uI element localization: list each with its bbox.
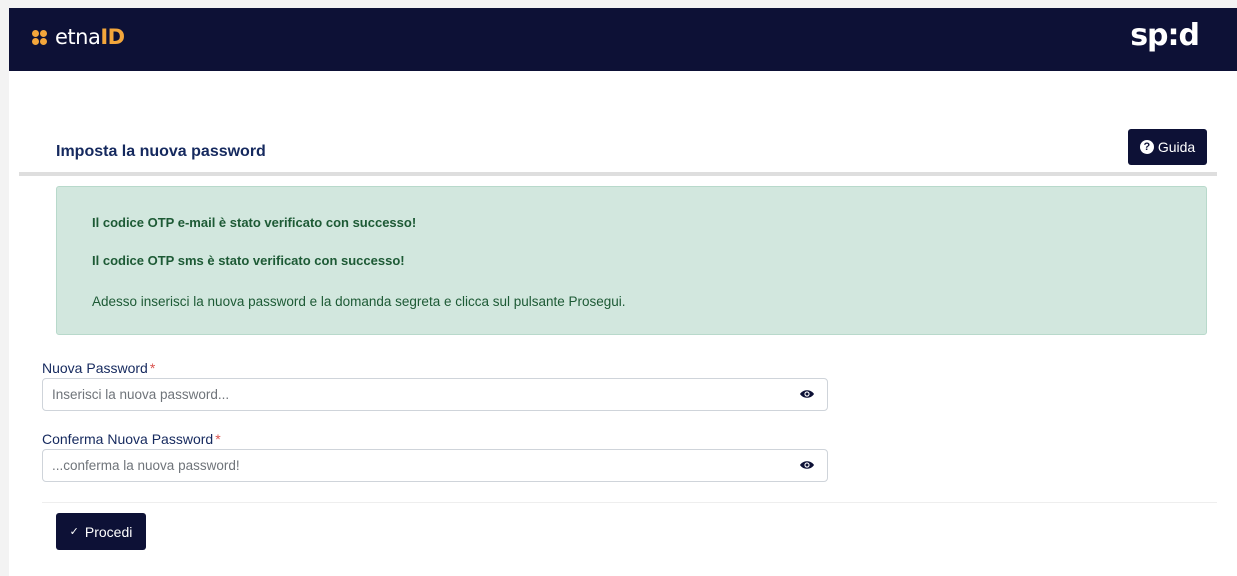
confirm-password-field — [42, 449, 828, 482]
confirm-password-label-text: Conferma Nuova Password — [42, 431, 214, 447]
procedi-button-label: Procedi — [84, 523, 133, 540]
guida-button-label: Guida — [1157, 139, 1196, 155]
top-navbar: etnaID sp:d — [9, 8, 1237, 71]
page-title: Imposta la nuova password — [56, 143, 266, 160]
etnaid-logo-mark-icon — [32, 27, 52, 47]
alert-sms-otp-verified: Il codice OTP sms è stato verificato con… — [92, 253, 405, 268]
new-password-field — [42, 378, 828, 411]
new-password-input[interactable] — [43, 379, 783, 410]
alert-instructions: Adesso inserisci la nuova password e la … — [92, 294, 626, 309]
eye-icon[interactable] — [800, 460, 814, 470]
required-asterisk: * — [149, 360, 156, 376]
procedi-button[interactable]: ✓ Procedi — [56, 513, 146, 550]
success-alert: Il codice OTP e-mail è stato verificato … — [56, 186, 1207, 335]
spid-logo: sp:d — [1130, 18, 1200, 53]
confirm-password-label: Conferma Nuova Password * — [42, 431, 221, 447]
check-icon: ✓ — [69, 526, 79, 538]
page: etnaID sp:d Imposta la nuova password ? … — [9, 8, 1237, 576]
required-asterisk: * — [215, 431, 221, 447]
etnaid-logo[interactable]: etnaID — [32, 22, 125, 52]
guida-button[interactable]: ? Guida — [1128, 129, 1207, 165]
new-password-label-text: Nuova Password — [42, 360, 148, 376]
eye-icon[interactable] — [800, 389, 814, 399]
title-divider — [19, 172, 1217, 176]
alert-email-otp-verified: Il codice OTP e-mail è stato verificato … — [92, 215, 417, 230]
question-circle-icon: ? — [1139, 140, 1154, 154]
etnaid-logo-text: etnaID — [55, 25, 125, 49]
confirm-password-input[interactable] — [43, 450, 783, 481]
new-password-label: Nuova Password * — [42, 360, 155, 376]
form-footer-divider — [42, 502, 1217, 503]
